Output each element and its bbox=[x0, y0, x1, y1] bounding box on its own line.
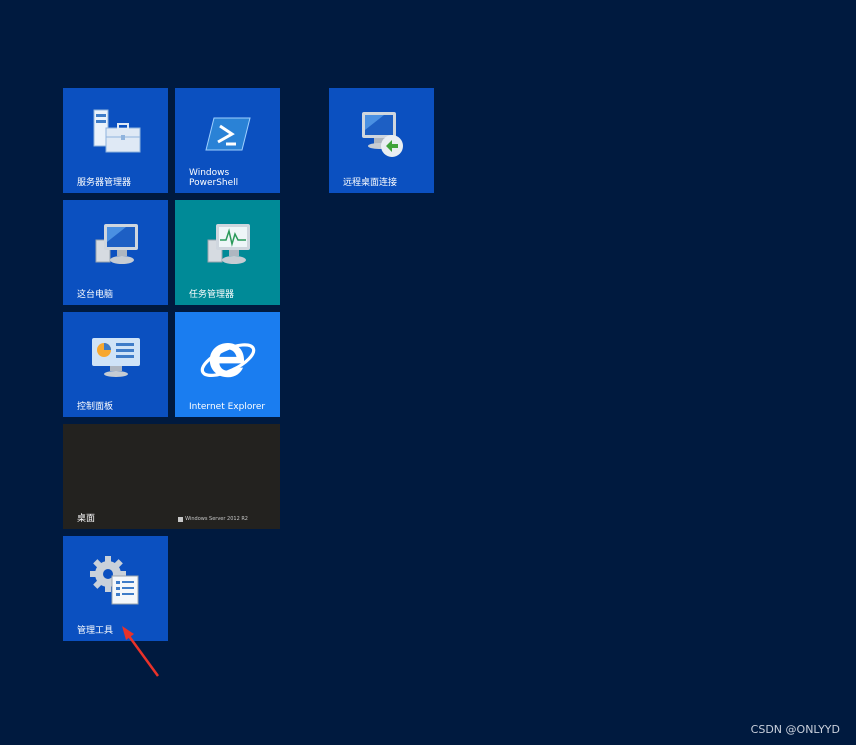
tile-desktop[interactable]: 桌面 Windows Server 2012 R2 bbox=[63, 424, 280, 529]
tile-server-manager[interactable]: 服务器管理器 bbox=[63, 88, 168, 193]
tile-internet-explorer[interactable]: Internet Explorer bbox=[175, 312, 280, 417]
admin-tools-icon bbox=[89, 556, 138, 605]
tile-remote-desktop[interactable]: 远程桌面连接 bbox=[329, 88, 434, 193]
footer-credit: CSDN @ONLYYD bbox=[750, 723, 840, 736]
tile-label: Windows PowerShell bbox=[189, 168, 239, 188]
remote-desktop-icon bbox=[361, 112, 403, 157]
tile-task-manager[interactable]: 任务管理器 bbox=[175, 200, 280, 305]
annotation-arrow-icon bbox=[122, 626, 160, 677]
internet-explorer-icon bbox=[200, 343, 255, 378]
tile-label: 桌面 bbox=[77, 514, 96, 524]
windows-logo-icon bbox=[178, 516, 184, 522]
desktop-watermark: Windows Server 2012 R2 bbox=[178, 516, 248, 522]
tile-windows-powershell[interactable]: Windows PowerShell bbox=[175, 88, 280, 193]
server-manager-icon bbox=[93, 109, 140, 153]
tile-label: 远程桌面连接 bbox=[343, 178, 398, 188]
watermark-text: Windows Server 2012 R2 bbox=[185, 516, 248, 522]
tile-label: Internet Explorer bbox=[189, 402, 266, 412]
control-panel-icon bbox=[91, 338, 140, 377]
tile-control-panel[interactable]: 控制面板 bbox=[63, 312, 168, 417]
powershell-icon bbox=[204, 117, 251, 151]
tile-label: 管理工具 bbox=[77, 626, 114, 636]
tile-label: 控制面板 bbox=[77, 402, 114, 412]
tile-label: 服务器管理器 bbox=[77, 178, 132, 188]
tile-label: 这台电脑 bbox=[77, 290, 114, 300]
this-pc-icon bbox=[95, 224, 138, 264]
tile-label: 任务管理器 bbox=[189, 290, 235, 300]
task-manager-icon bbox=[207, 224, 250, 264]
tile-this-pc[interactable]: 这台电脑 bbox=[63, 200, 168, 305]
